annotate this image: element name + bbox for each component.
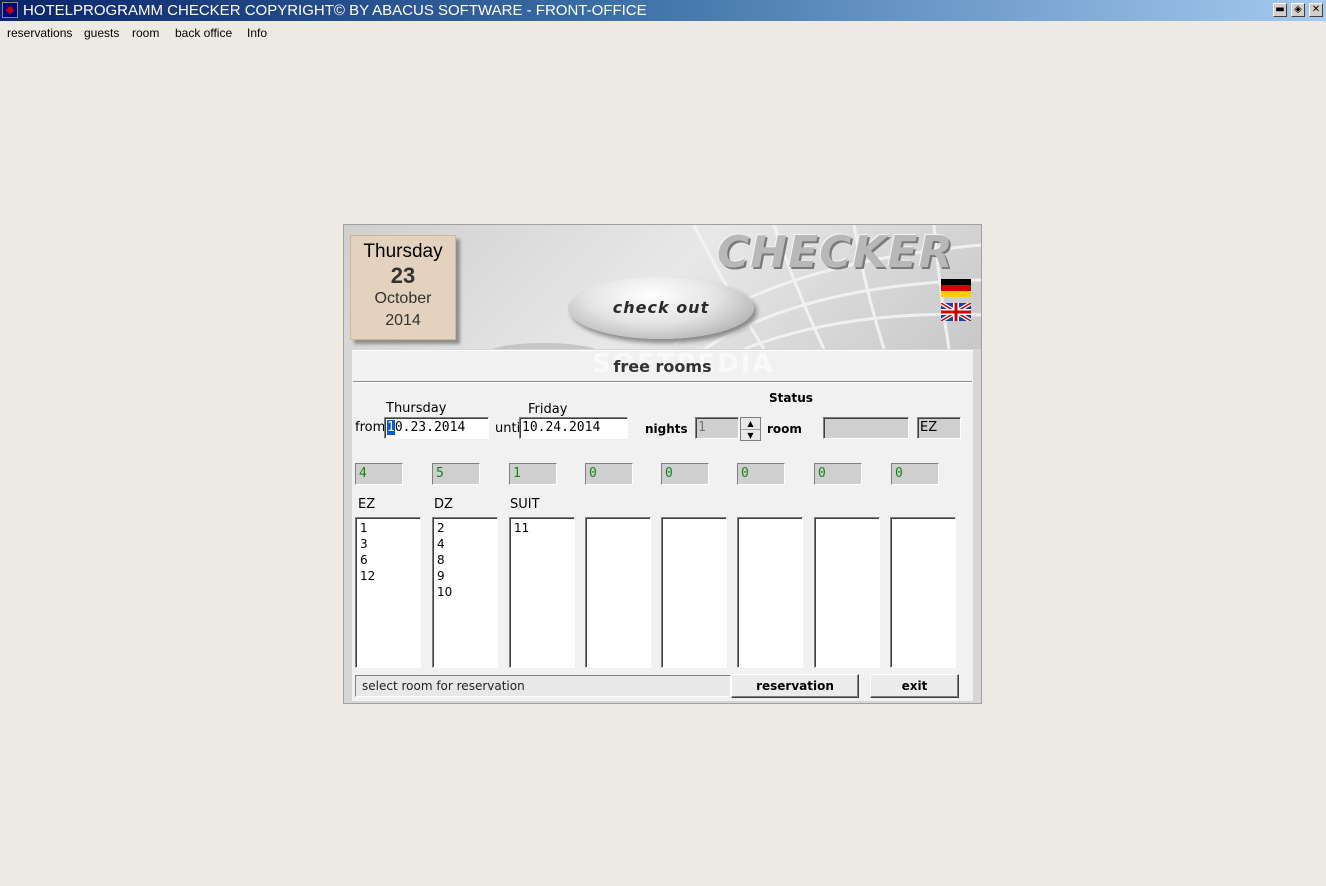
calendar-date: 23 <box>390 263 416 288</box>
list-item[interactable]: 2 <box>437 520 497 536</box>
category-label-ez: EZ <box>358 497 376 512</box>
room-list-dz[interactable]: 2 4 8 9 10 <box>432 517 498 668</box>
exit-button[interactable]: exit <box>870 674 959 698</box>
list-item[interactable]: 10 <box>437 584 497 600</box>
minimize-button[interactable]: ▬ <box>1273 3 1287 17</box>
list-item[interactable]: 1 <box>360 520 420 536</box>
count-8: 0 <box>891 463 939 485</box>
german-flag-icon[interactable] <box>941 279 971 297</box>
reservation-button[interactable]: reservation <box>731 674 859 698</box>
room-label: room <box>767 422 802 436</box>
until-date-input[interactable]: 10.24.2014 <box>519 417 628 439</box>
app-icon[interactable] <box>2 2 18 18</box>
room-list-5[interactable] <box>661 517 727 668</box>
list-item[interactable]: 12 <box>360 568 420 584</box>
uk-flag-icon[interactable] <box>941 303 971 321</box>
room-list-7[interactable] <box>814 517 880 668</box>
until-label: unti <box>495 421 521 436</box>
category-label-suit: SUIT <box>510 497 540 512</box>
nights-stepper[interactable]: ▲ ▼ <box>740 417 761 441</box>
divider <box>353 381 972 383</box>
calendar-year: 2014 <box>385 312 421 329</box>
room-list-8[interactable] <box>890 517 956 668</box>
count-ez: 4 <box>355 463 403 485</box>
check-out-button[interactable]: check out <box>568 277 754 339</box>
room-list-ez[interactable]: 1 3 6 12 <box>355 517 421 668</box>
room-list-6[interactable] <box>737 517 803 668</box>
menu-guests[interactable]: guests <box>84 26 119 40</box>
menu-bar: reservations guests room back office Inf… <box>0 22 1326 42</box>
section-title: free rooms <box>613 357 712 376</box>
until-day-label: Friday <box>528 402 568 417</box>
room-input[interactable] <box>823 417 909 439</box>
list-item[interactable]: 3 <box>360 536 420 552</box>
free-rooms-section: SOFTPEDIA free rooms Thursday from 10.23… <box>352 349 973 701</box>
from-label: from <box>355 420 386 435</box>
close-button[interactable]: ✕ <box>1309 3 1323 17</box>
calendar-day: Thursday <box>363 241 443 262</box>
restore-button[interactable]: ◈ <box>1291 3 1305 17</box>
nights-label: nights <box>645 422 688 436</box>
room-list-suit[interactable]: 11 <box>509 517 575 668</box>
category-label-dz: DZ <box>434 497 453 512</box>
list-item[interactable]: 9 <box>437 568 497 584</box>
status-label: Status <box>769 391 813 405</box>
from-day-label: Thursday <box>386 401 447 416</box>
count-5: 0 <box>661 463 709 485</box>
count-suit: 1 <box>509 463 557 485</box>
menu-room[interactable]: room <box>132 26 159 40</box>
spin-up-icon[interactable]: ▲ <box>741 418 760 430</box>
count-dz: 5 <box>432 463 480 485</box>
menu-reservations[interactable]: reservations <box>7 26 72 40</box>
window-title: HOTELPROGRAMM CHECKER COPYRIGHT© BY ABAC… <box>23 2 647 19</box>
count-4: 0 <box>585 463 633 485</box>
count-6: 0 <box>737 463 785 485</box>
spin-down-icon[interactable]: ▼ <box>741 430 760 441</box>
room-list-4[interactable] <box>585 517 651 668</box>
count-7: 0 <box>814 463 862 485</box>
header-background: CHECKER Thursday 23 October 2014 check o… <box>344 225 981 349</box>
room-type-field: EZ <box>917 417 961 439</box>
status-bar: select room for reservation <box>355 675 731 697</box>
nights-input[interactable]: 1 <box>695 417 739 439</box>
calendar-month: October <box>374 290 432 307</box>
checkout-panel: CHECKER Thursday 23 October 2014 check o… <box>343 224 982 704</box>
title-bar: HOTELPROGRAMM CHECKER COPYRIGHT© BY ABAC… <box>0 0 1326 21</box>
calendar-widget: Thursday 23 October 2014 <box>350 235 456 340</box>
menu-info[interactable]: Info <box>247 26 267 40</box>
list-item[interactable]: 8 <box>437 552 497 568</box>
list-item[interactable]: 6 <box>360 552 420 568</box>
from-date-input[interactable]: 10.23.2014 <box>384 417 489 439</box>
list-item[interactable]: 4 <box>437 536 497 552</box>
checker-logo: CHECKER <box>717 227 954 278</box>
menu-back-office[interactable]: back office <box>175 26 232 40</box>
list-item[interactable]: 11 <box>514 520 574 536</box>
